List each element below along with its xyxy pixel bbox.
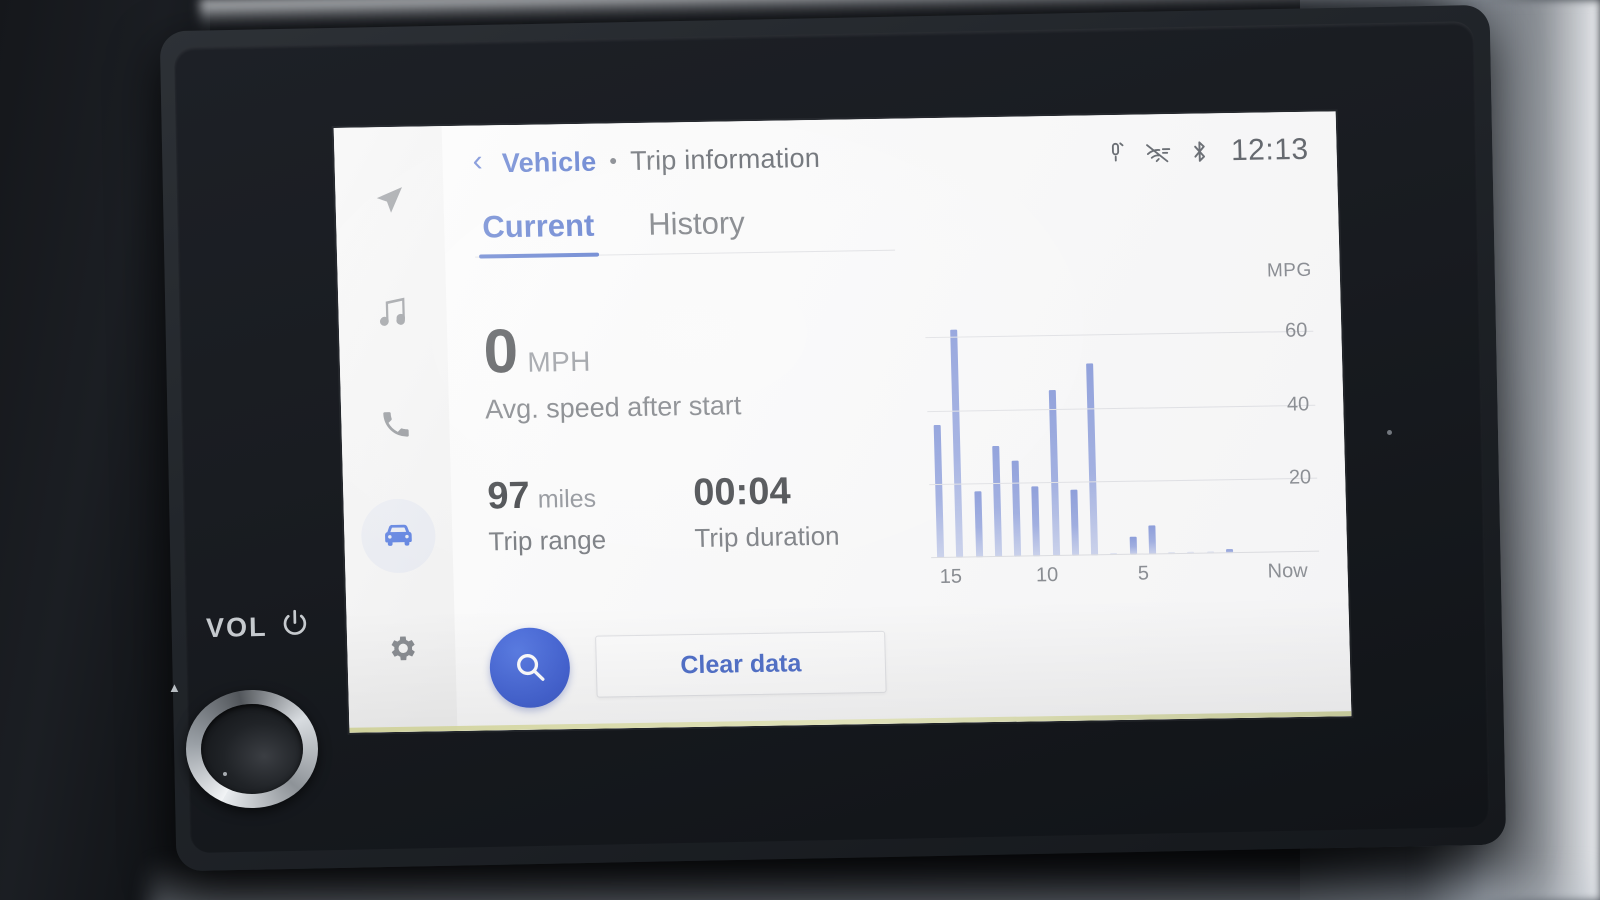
chart-bar — [933, 425, 945, 558]
stat-trip-duration-value: 00:04 — [692, 470, 792, 515]
volume-label-group: VOL — [206, 607, 312, 648]
chart-bar — [950, 329, 964, 558]
chart-x-tick: 5 — [1137, 562, 1150, 585]
knob-marker-icon: ▲ — [168, 680, 181, 695]
phone-icon — [379, 407, 413, 441]
stat-secondary-row: 97 miles Trip range 00:04 Trip duration — [487, 470, 913, 557]
stat-avg-speed-label: Avg. speed after start — [484, 390, 742, 425]
chart-bar — [1129, 536, 1137, 555]
chart-bar — [974, 490, 983, 558]
dashboard-scene: ‹ Vehicle • Trip information 12:13 Curre… — [0, 0, 1600, 900]
screen-ui: ‹ Vehicle • Trip information 12:13 Curre… — [333, 111, 1352, 733]
navigation-arrow-icon — [372, 183, 407, 218]
tab-bar: Current History — [473, 202, 896, 258]
sidebar-item-navigation[interactable] — [352, 162, 428, 237]
search-icon — [510, 647, 549, 689]
main-sidebar — [333, 126, 458, 733]
chart-y-tick: 40 — [1286, 392, 1310, 416]
gear-icon — [384, 631, 418, 665]
music-note-icon — [375, 295, 410, 330]
chart-bar — [1086, 363, 1099, 556]
content-area: ‹ Vehicle • Trip information 12:13 Curre… — [441, 111, 1352, 731]
chart-bar — [1031, 486, 1041, 557]
status-bar: 12:13 — [1103, 133, 1315, 170]
stat-avg-speed-value-row: 0 MPH — [482, 314, 909, 387]
sidebar-item-phone[interactable] — [357, 386, 433, 461]
bluetooth-icon — [1189, 138, 1212, 164]
chart-unit-label: MPG — [1266, 259, 1313, 282]
stat-trip-range-value-row: 97 miles — [486, 474, 638, 518]
volume-label: VOL — [205, 611, 268, 644]
volume-knob[interactable]: ▲ — [168, 680, 318, 808]
stat-trip-duration: 00:04 Trip duration — [692, 470, 845, 554]
microphone-pinhole — [1387, 430, 1392, 435]
mpg-chart: MPG 20 40 60 15 10 5 Now — [917, 259, 1324, 588]
signal-off-icon — [1145, 139, 1174, 165]
clear-data-button[interactable]: Clear data — [595, 630, 887, 698]
chart-y-tick: 60 — [1284, 319, 1308, 342]
stat-avg-speed: 0 MPH Avg. speed after start — [483, 314, 910, 425]
action-bar: Clear data — [488, 622, 887, 709]
stat-trip-duration-label: Trip duration — [694, 520, 840, 554]
head-unit-housing: ‹ Vehicle • Trip information 12:13 Curre… — [159, 4, 1507, 872]
stat-trip-range-value: 97 — [486, 474, 531, 518]
chart-x-tick: Now — [1267, 559, 1308, 583]
infotainment-screen[interactable]: ‹ Vehicle • Trip information 12:13 Curre… — [333, 111, 1352, 733]
power-icon[interactable] — [277, 607, 312, 647]
breadcrumb: ‹ Vehicle • Trip information — [472, 141, 820, 181]
stat-trip-range: 97 miles Trip range — [487, 475, 639, 557]
chart-plot-area: 20 40 60 — [924, 295, 1320, 559]
chart-x-axis: 15 10 5 Now — [931, 560, 1322, 596]
clock: 12:13 — [1230, 132, 1310, 168]
chart-bar — [1148, 524, 1156, 555]
volume-knob-indicator — [223, 772, 228, 776]
stat-avg-speed-value: 0 — [482, 316, 519, 387]
tab-current[interactable]: Current — [478, 208, 599, 257]
breadcrumb-separator: • — [608, 148, 618, 174]
volume-knob-face — [201, 704, 303, 794]
breadcrumb-secondary: Trip information — [629, 142, 821, 176]
mic-muted-icon — [1103, 140, 1130, 166]
stat-trip-range-label: Trip range — [488, 524, 607, 557]
tab-history[interactable]: History — [644, 205, 750, 254]
sidebar-item-vehicle[interactable] — [360, 498, 437, 574]
chart-y-tick: 20 — [1288, 466, 1312, 489]
breadcrumb-primary[interactable]: Vehicle — [501, 146, 596, 179]
chart-bar — [1048, 390, 1060, 557]
body-row: 0 MPH Avg. speed after start 97 miles Tr… — [476, 259, 1325, 588]
chart-x-tick: 10 — [1035, 563, 1059, 587]
back-button[interactable]: ‹ — [472, 144, 489, 180]
stat-trip-duration-value-row: 00:04 — [692, 470, 844, 515]
top-bar: ‹ Vehicle • Trip information 12:13 — [472, 112, 1316, 202]
car-icon — [379, 517, 418, 556]
stat-avg-speed-unit: MPH — [526, 345, 592, 378]
chart-bar — [992, 446, 1003, 558]
sidebar-item-media[interactable] — [355, 274, 431, 349]
sidebar-item-settings[interactable] — [363, 610, 439, 685]
stat-trip-range-unit: miles — [537, 484, 597, 514]
search-button[interactable] — [488, 627, 571, 709]
chart-bar — [1011, 460, 1022, 557]
chart-bar — [1070, 489, 1080, 556]
stats-panel: 0 MPH Avg. speed after start 97 miles Tr… — [476, 266, 913, 557]
chart-x-tick: 15 — [939, 565, 963, 588]
